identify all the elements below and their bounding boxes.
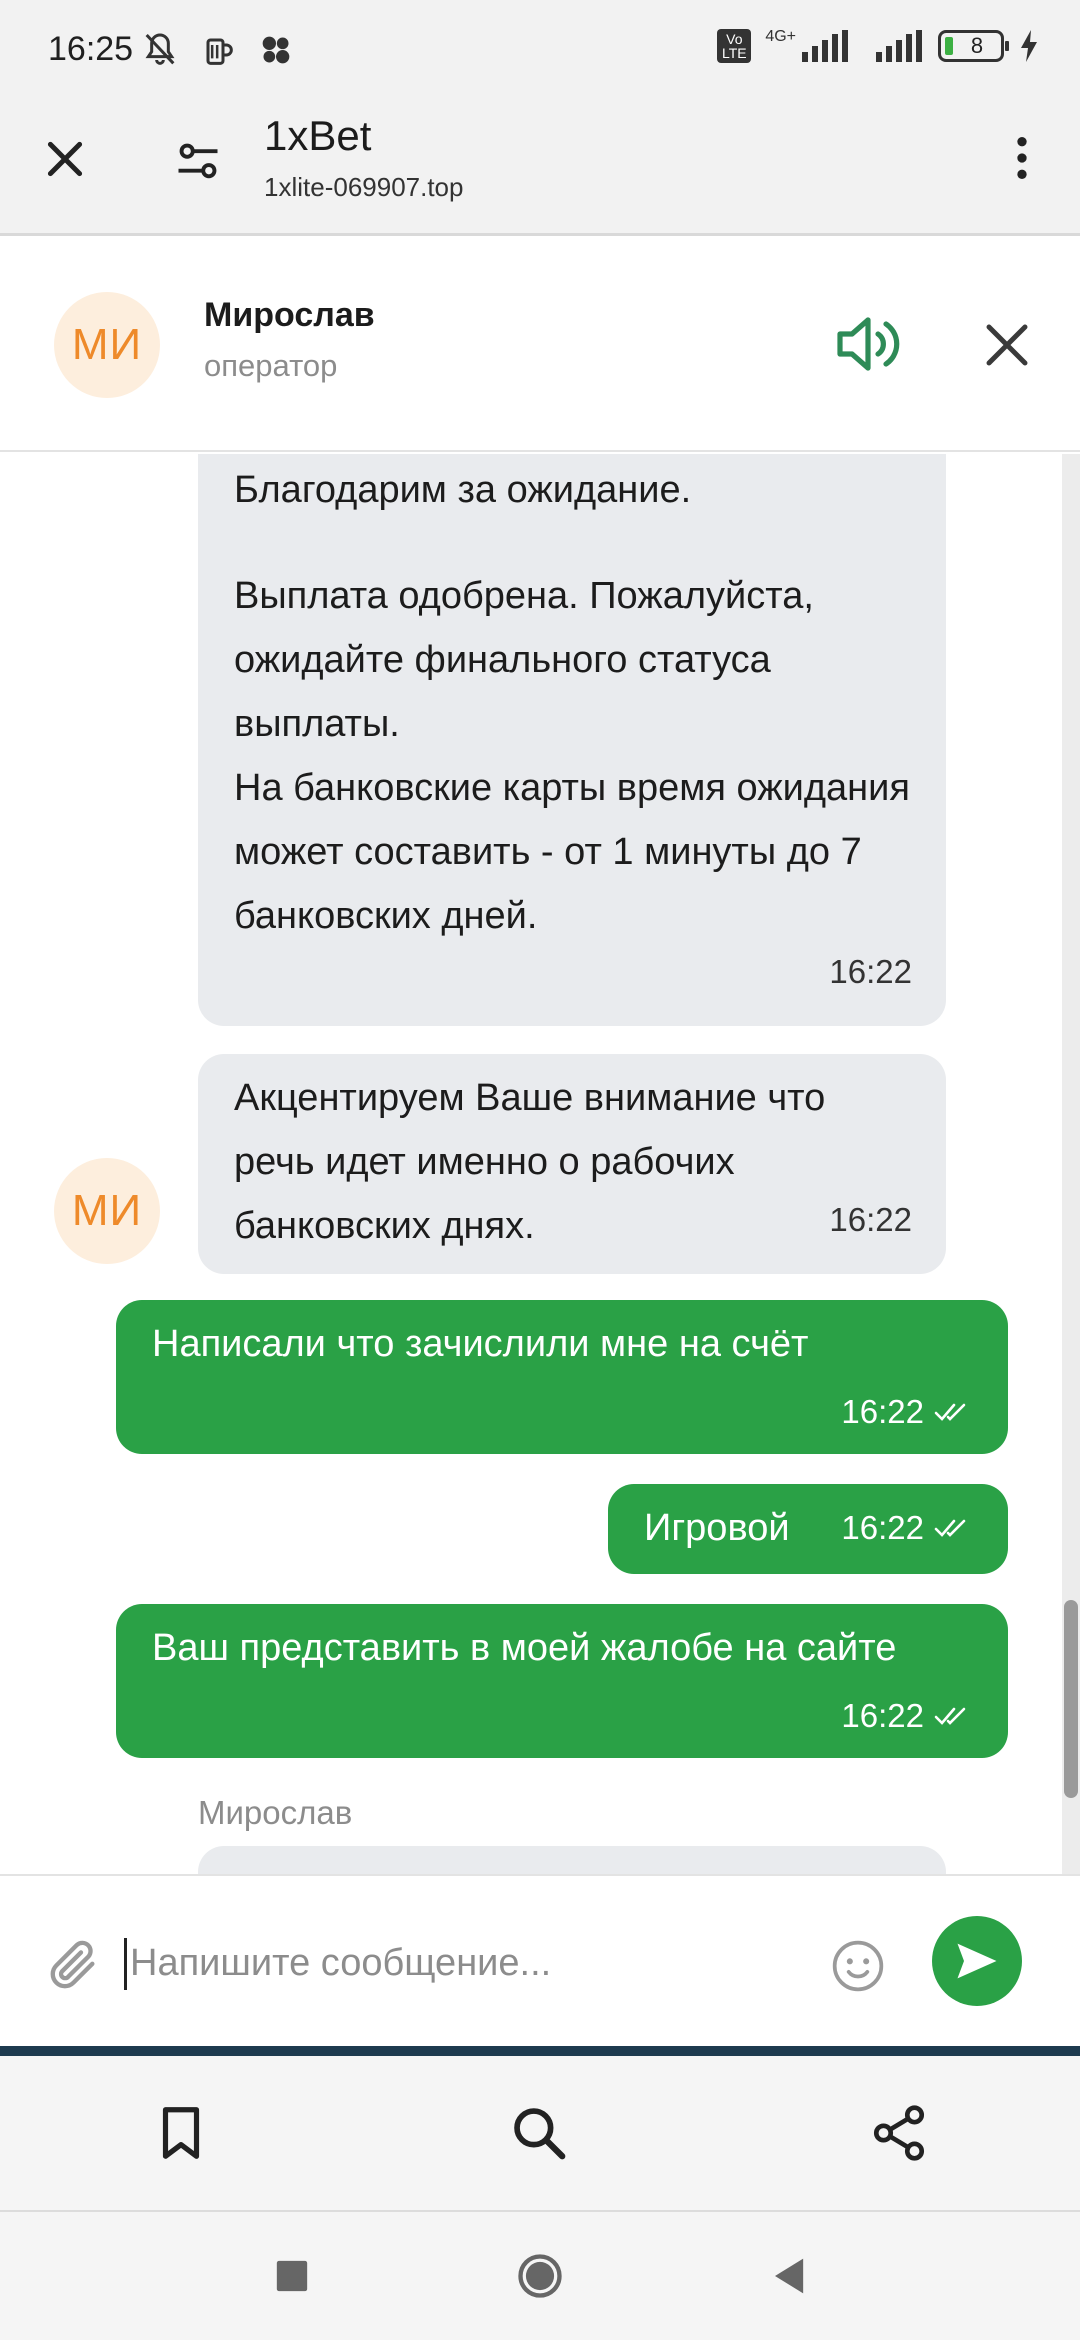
system-navigation-bar — [0, 2212, 1080, 2340]
scrollbar[interactable] — [1062, 454, 1080, 1874]
double-check-icon — [934, 1707, 966, 1725]
status-bar: 16:25 Vo LTE 4G+ 8 — [0, 0, 1080, 100]
message-list[interactable]: Благодарим за ожидание. Выплата одобрена… — [0, 454, 1080, 1874]
search-icon[interactable] — [508, 2102, 570, 2164]
more-vert-icon[interactable] — [994, 130, 1050, 186]
incoming-message — [198, 1846, 946, 1874]
back-icon[interactable] — [762, 2250, 814, 2302]
browser-toolbar — [0, 2056, 1080, 2212]
message-time: 16:22 — [841, 1697, 924, 1734]
operator-avatar: МИ — [54, 292, 160, 398]
message-time: 16:22 — [829, 1201, 912, 1238]
recents-icon[interactable] — [266, 2250, 318, 2302]
signal-icon — [802, 30, 848, 62]
browser-header: 1xBet 1xlite-069907.top — [0, 100, 1080, 236]
volume-icon[interactable] — [834, 312, 902, 376]
bookmark-icon[interactable] — [150, 2102, 212, 2164]
send-button[interactable] — [932, 1916, 1022, 2006]
message-text: Акцентируем Ваше внимание что речь идет … — [234, 1077, 826, 1247]
page-url[interactable]: 1xlite-069907.top — [264, 172, 463, 203]
message-text: Благодарим за ожидание. — [234, 469, 692, 511]
operator-name: Мирослав — [204, 296, 375, 334]
app-cluster-icon — [262, 36, 290, 64]
message-text: Ваш представить в моей жалобе на сайте — [152, 1627, 897, 1669]
home-icon[interactable] — [514, 2250, 566, 2302]
chat-header: МИ Мирослав оператор — [0, 236, 1080, 452]
double-check-icon — [934, 1519, 966, 1537]
sender-name: Мирослав — [198, 1794, 353, 1831]
network-type: 4G+ — [765, 28, 796, 45]
scrollbar-thumb[interactable] — [1064, 1600, 1078, 1798]
message-time: 16:22 — [841, 1509, 924, 1546]
incoming-message: Благодарим за ожидание. Выплата одобрена… — [198, 454, 946, 1026]
status-notification-icons — [140, 30, 296, 70]
double-check-icon — [934, 1403, 966, 1421]
share-icon[interactable] — [868, 2102, 930, 2164]
outgoing-message: Ваш представить в моей жалобе на сайте 1… — [116, 1604, 1008, 1758]
charging-icon — [1021, 30, 1037, 62]
tune-icon[interactable] — [172, 136, 224, 188]
battery-level: 8 — [970, 33, 984, 58]
attach-icon[interactable] — [44, 1936, 102, 1994]
message-meta: 16:22 — [841, 1496, 974, 1560]
send-icon — [957, 1943, 997, 1979]
battery-icon: 8 — [938, 30, 1009, 62]
message-text: Написали что зачислили мне на счёт — [152, 1323, 809, 1365]
operator-avatar: МИ — [54, 1158, 160, 1264]
outgoing-message: Игровой 16:22 — [608, 1484, 1008, 1574]
message-time: 16:22 — [841, 1393, 924, 1430]
status-time: 16:25 — [48, 30, 134, 68]
volte-icon: Vo LTE — [717, 29, 752, 63]
outgoing-message: Написали что зачислили мне на счёт 16:22 — [116, 1300, 1008, 1454]
bell-off-icon — [145, 33, 175, 65]
status-system-icons: Vo LTE 4G+ 8 — [717, 28, 1040, 64]
emoji-icon[interactable] — [830, 1938, 886, 1994]
close-icon[interactable] — [980, 318, 1034, 372]
message-composer — [0, 1874, 1080, 2046]
operator-role: оператор — [204, 348, 338, 383]
signal-2-icon — [876, 30, 922, 62]
beer-icon — [206, 38, 233, 65]
page-title: 1xBet — [264, 112, 372, 159]
close-icon[interactable] — [40, 134, 90, 184]
divider — [0, 2046, 1080, 2056]
message-meta: 16:22 — [841, 1684, 974, 1748]
message-text: Выплата одобрена. Пожалуйста, ожидайте ф… — [234, 575, 910, 937]
message-meta: 16:22 — [841, 1380, 974, 1444]
message-input[interactable] — [130, 1920, 790, 2006]
message-text: Игровой — [644, 1507, 790, 1549]
incoming-message: Акцентируем Ваше внимание что речь идет … — [198, 1054, 946, 1274]
message-time: 16:22 — [829, 953, 912, 990]
text-cursor — [124, 1938, 127, 1990]
